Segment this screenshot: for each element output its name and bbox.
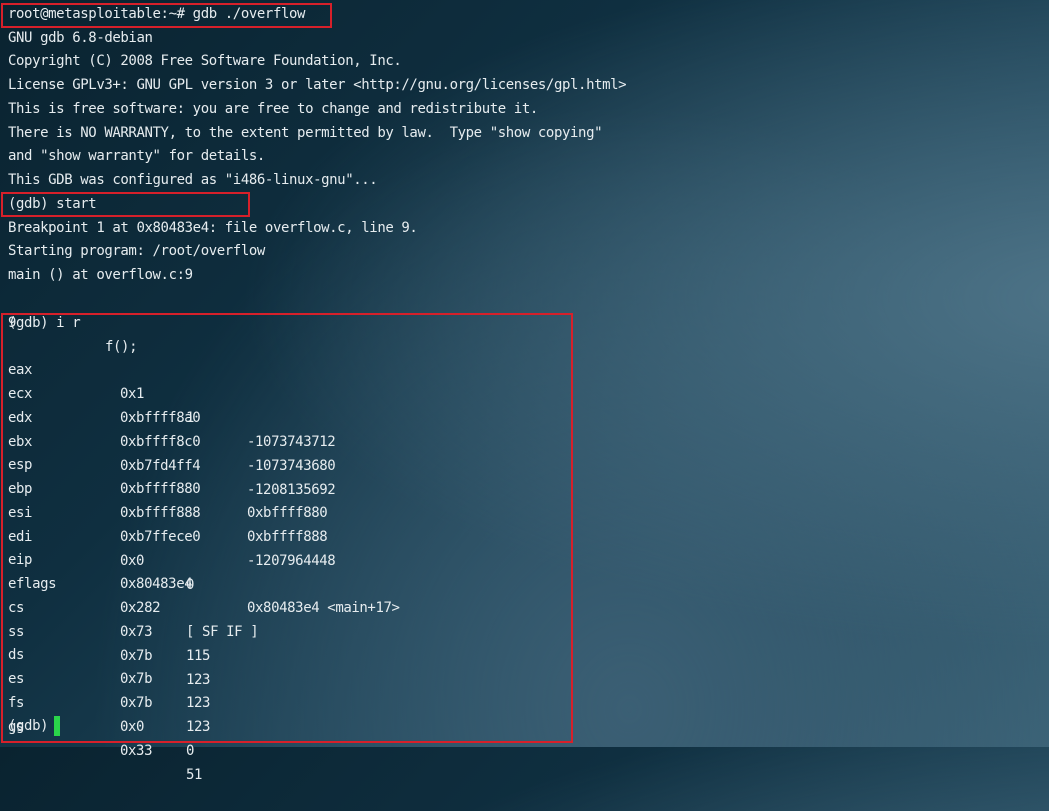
start-output-line: Breakpoint 1 at 0x80483e4: file overflow… (8, 220, 418, 236)
register-row: esp 0xbffff880 0xbffff880 (8, 429, 568, 521)
info-registers-command: (gdb) i r (8, 315, 81, 331)
start-command: (gdb) start (8, 196, 97, 212)
banner-line: Copyright (C) 2008 Free Software Foundat… (8, 53, 402, 69)
register-row: fs 0x0 0 (8, 667, 568, 759)
banner-line: This is free software: you are free to c… (8, 101, 538, 117)
register-row: ebx 0xb7fd4ff4 -1208135692 (8, 406, 568, 498)
register-value: 123 (186, 719, 211, 735)
register-row: eflags 0x282 [ SF IF ] (8, 548, 568, 640)
text-cursor (54, 716, 61, 736)
register-row: ebp 0xbffff888 0xbffff888 (8, 453, 568, 545)
register-row: edi 0x0 0 (8, 501, 568, 593)
register-row: cs 0x73 115 (8, 572, 568, 664)
register-row: ecx 0xbffff8a0 -1073743712 (8, 358, 568, 450)
banner-line: License GPLv3+: GNU GPL version 3 or lat… (8, 77, 627, 93)
gdb-prompt-input[interactable]: (gdb) (8, 714, 61, 738)
banner-line: and "show warranty" for details. (8, 148, 265, 164)
banner-line: GNU gdb 6.8-debian (8, 30, 153, 46)
gdb-prompt: (gdb) (8, 718, 49, 734)
banner-line: There is NO WARRANTY, to the extent perm… (8, 125, 603, 141)
start-output-line: main () at overflow.c:9 (8, 267, 193, 283)
register-hex: 0x33 (120, 743, 153, 759)
register-hex: 0x0 (120, 719, 145, 735)
register-row: ds 0x7b 123 (8, 619, 568, 711)
start-output-line: Starting program: /root/overflow (8, 243, 265, 259)
register-row: eip 0x80483e4 0x80483e4 <main+17> (8, 524, 568, 616)
register-row: ss 0x7b 123 (8, 596, 568, 688)
register-row: edx 0xbffff8c0 -1073743680 (8, 382, 568, 474)
register-row: eax 0x1 1 (8, 334, 568, 426)
terminal-window[interactable]: root@metasploitable:~# gdb ./overflow GN… (0, 0, 1049, 783)
register-value: 0 (186, 743, 195, 759)
register-value: 51 (186, 767, 203, 783)
source-line: 9 f(); (8, 287, 308, 355)
register-row: es 0x7b 123 (8, 643, 568, 735)
register-row: esi 0xb7ffece0 -1207964448 (8, 477, 568, 569)
register-row: gs 0x33 51 (8, 691, 568, 783)
command-line: root@metasploitable:~# gdb ./overflow (8, 6, 306, 22)
banner-line: This GDB was configured as "i486-linux-g… (8, 172, 378, 188)
